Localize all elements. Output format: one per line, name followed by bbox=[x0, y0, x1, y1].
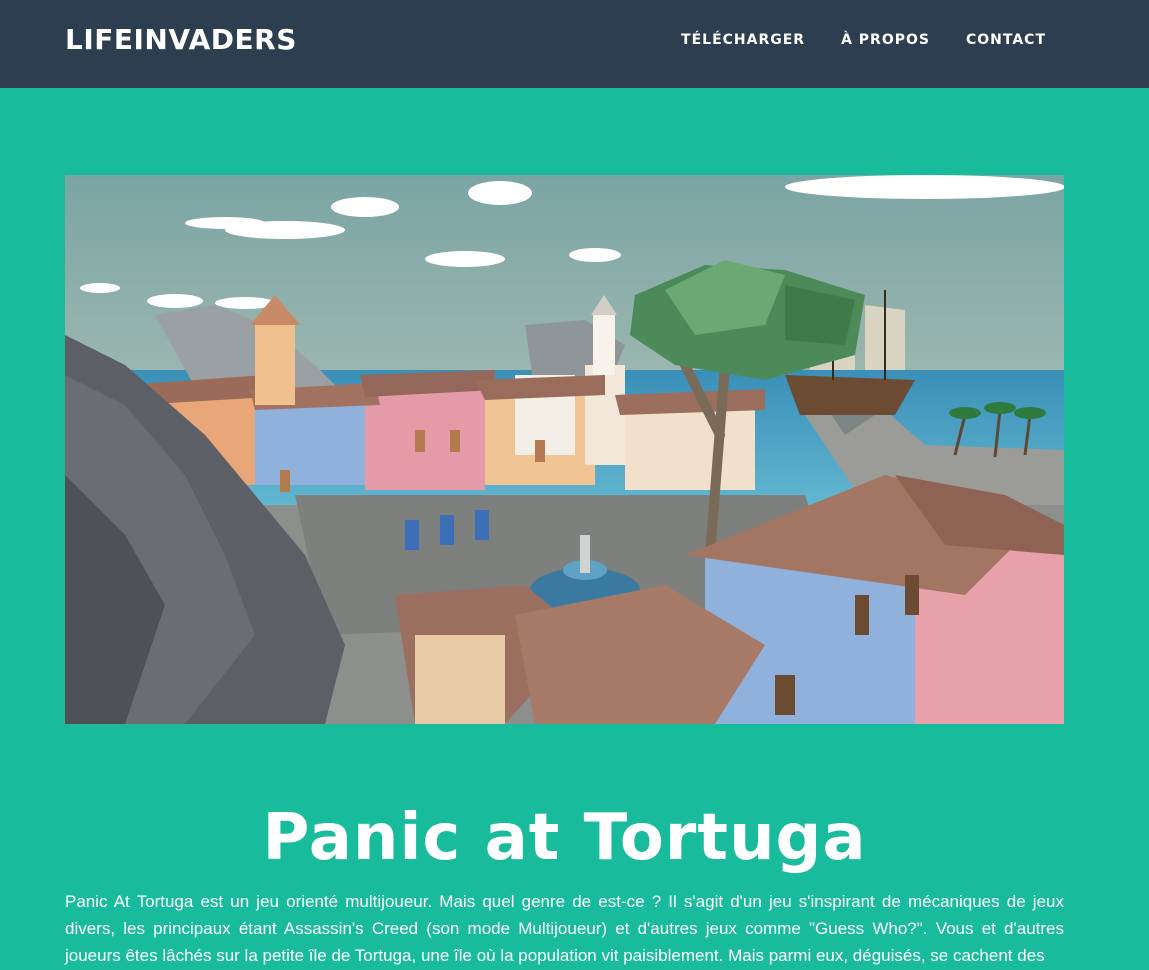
brand-logo[interactable]: LIFEINVADERS bbox=[65, 22, 297, 58]
nav-link-telecharger[interactable]: TÉLÉCHARGER bbox=[681, 29, 805, 51]
nav-link-a-propos[interactable]: À PROPOS bbox=[841, 29, 930, 51]
game-description: Panic At Tortuga est un jeu orienté mult… bbox=[65, 892, 1064, 965]
page-title: Panic at Tortuga bbox=[262, 800, 867, 875]
main-nav: TÉLÉCHARGER À PROPOS CONTACT bbox=[681, 29, 1046, 51]
hero-image bbox=[65, 175, 1064, 724]
nav-link-contact[interactable]: CONTACT bbox=[966, 29, 1046, 51]
game-screenshot-illustration bbox=[65, 175, 1064, 724]
navbar: LIFEINVADERS TÉLÉCHARGER À PROPOS CONTAC… bbox=[0, 0, 1149, 88]
